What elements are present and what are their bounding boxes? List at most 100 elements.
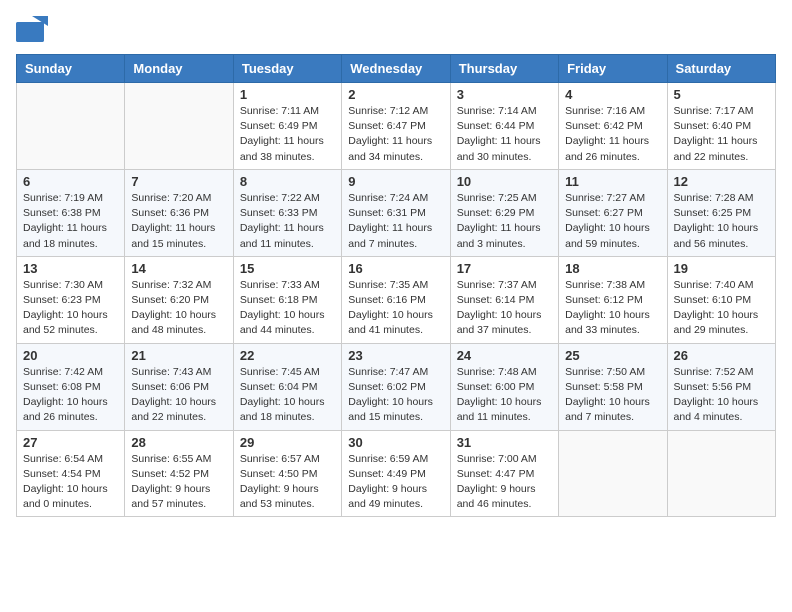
day-info: Sunrise: 7:35 AM Sunset: 6:16 PM Dayligh…	[348, 278, 443, 339]
calendar-cell: 14 Sunrise: 7:32 AM Sunset: 6:20 PM Dayli…	[125, 256, 233, 343]
day-number: 26	[674, 348, 769, 363]
calendar-cell: 7 Sunrise: 7:20 AM Sunset: 6:36 PM Daylig…	[125, 169, 233, 256]
day-number: 30	[348, 435, 443, 450]
day-info: Sunrise: 7:20 AM Sunset: 6:36 PM Dayligh…	[131, 191, 226, 252]
calendar-cell: 24Sunrise: 7:48 AM Sunset: 6:00 PM Dayli…	[450, 343, 558, 430]
day-info: Sunrise: 7:33 AM Sunset: 6:18 PM Dayligh…	[240, 278, 335, 339]
day-number: 4	[565, 87, 660, 102]
day-info: Sunrise: 7:30 AM Sunset: 6:23 PM Dayligh…	[23, 278, 118, 339]
column-header-thursday: Thursday	[450, 55, 558, 83]
calendar-cell: 18 Sunrise: 7:38 AM Sunset: 6:12 PM Dayli…	[559, 256, 667, 343]
day-info: Sunrise: 7:17 AM Sunset: 6:40 PM Dayligh…	[674, 104, 769, 165]
column-header-saturday: Saturday	[667, 55, 775, 83]
day-info: Sunrise: 7:14 AM Sunset: 6:44 PM Dayligh…	[457, 104, 552, 165]
column-header-tuesday: Tuesday	[233, 55, 341, 83]
calendar-cell: 15 Sunrise: 7:33 AM Sunset: 6:18 PM Dayli…	[233, 256, 341, 343]
day-number: 10	[457, 174, 552, 189]
day-info: Sunrise: 7:11 AM Sunset: 6:49 PM Dayligh…	[240, 104, 335, 165]
day-number: 5	[674, 87, 769, 102]
day-info: Sunrise: 7:24 AM Sunset: 6:31 PM Dayligh…	[348, 191, 443, 252]
page-header	[16, 16, 776, 42]
calendar-cell: 1 Sunrise: 7:11 AM Sunset: 6:49 PM Daylig…	[233, 83, 341, 170]
day-info: Sunrise: 7:42 AM Sunset: 6:08 PM Dayligh…	[23, 365, 118, 426]
column-header-monday: Monday	[125, 55, 233, 83]
day-number: 8	[240, 174, 335, 189]
day-number: 29	[240, 435, 335, 450]
day-number: 19	[674, 261, 769, 276]
calendar-cell: 25 Sunrise: 7:50 AM Sunset: 5:58 PM Dayli…	[559, 343, 667, 430]
calendar-cell: 5 Sunrise: 7:17 AM Sunset: 6:40 PM Daylig…	[667, 83, 775, 170]
calendar-cell: 12 Sunrise: 7:28 AM Sunset: 6:25 PM Dayli…	[667, 169, 775, 256]
day-number: 31	[457, 435, 552, 450]
logo	[16, 16, 50, 42]
column-header-wednesday: Wednesday	[342, 55, 450, 83]
day-number: 6	[23, 174, 118, 189]
day-info: Sunrise: 7:45 AM Sunset: 6:04 PM Dayligh…	[240, 365, 335, 426]
calendar-cell: 21 Sunrise: 7:43 AM Sunset: 6:06 PM Dayli…	[125, 343, 233, 430]
day-info: Sunrise: 7:38 AM Sunset: 6:12 PM Dayligh…	[565, 278, 660, 339]
day-number: 7	[131, 174, 226, 189]
day-number: 28	[131, 435, 226, 450]
day-info: Sunrise: 6:55 AM Sunset: 4:52 PM Dayligh…	[131, 452, 226, 513]
day-info: Sunrise: 7:22 AM Sunset: 6:33 PM Dayligh…	[240, 191, 335, 252]
calendar-cell: 10Sunrise: 7:25 AM Sunset: 6:29 PM Dayli…	[450, 169, 558, 256]
day-info: Sunrise: 7:32 AM Sunset: 6:20 PM Dayligh…	[131, 278, 226, 339]
day-info: Sunrise: 7:16 AM Sunset: 6:42 PM Dayligh…	[565, 104, 660, 165]
day-number: 25	[565, 348, 660, 363]
calendar-week-row: 27 Sunrise: 6:54 AM Sunset: 4:54 PM Dayli…	[17, 430, 776, 517]
day-number: 15	[240, 261, 335, 276]
day-info: Sunrise: 7:19 AM Sunset: 6:38 PM Dayligh…	[23, 191, 118, 252]
day-number: 24	[457, 348, 552, 363]
calendar-cell: 26 Sunrise: 7:52 AM Sunset: 5:56 PM Dayli…	[667, 343, 775, 430]
calendar-cell: 4 Sunrise: 7:16 AM Sunset: 6:42 PM Daylig…	[559, 83, 667, 170]
calendar-cell: 30 Sunrise: 6:59 AM Sunset: 4:49 PM Dayli…	[342, 430, 450, 517]
calendar-table: SundayMondayTuesdayWednesdayThursdayFrid…	[16, 54, 776, 517]
day-number: 16	[348, 261, 443, 276]
calendar-week-row: 6 Sunrise: 7:19 AM Sunset: 6:38 PM Daylig…	[17, 169, 776, 256]
calendar-cell: 27 Sunrise: 6:54 AM Sunset: 4:54 PM Dayli…	[17, 430, 125, 517]
day-number: 23	[348, 348, 443, 363]
column-header-friday: Friday	[559, 55, 667, 83]
calendar-header-row: SundayMondayTuesdayWednesdayThursdayFrid…	[17, 55, 776, 83]
calendar-cell: 8 Sunrise: 7:22 AM Sunset: 6:33 PM Daylig…	[233, 169, 341, 256]
column-header-sunday: Sunday	[17, 55, 125, 83]
day-number: 1	[240, 87, 335, 102]
day-info: Sunrise: 7:12 AM Sunset: 6:47 PM Dayligh…	[348, 104, 443, 165]
day-info: Sunrise: 7:43 AM Sunset: 6:06 PM Dayligh…	[131, 365, 226, 426]
day-number: 21	[131, 348, 226, 363]
calendar-cell: 20 Sunrise: 7:42 AM Sunset: 6:08 PM Dayli…	[17, 343, 125, 430]
day-info: Sunrise: 7:50 AM Sunset: 5:58 PM Dayligh…	[565, 365, 660, 426]
calendar-cell: 3 Sunrise: 7:14 AM Sunset: 6:44 PM Daylig…	[450, 83, 558, 170]
calendar-cell	[559, 430, 667, 517]
calendar-cell: 11Sunrise: 7:27 AM Sunset: 6:27 PM Dayli…	[559, 169, 667, 256]
calendar-cell	[125, 83, 233, 170]
calendar-cell: 9Sunrise: 7:24 AM Sunset: 6:31 PM Daylig…	[342, 169, 450, 256]
calendar-cell: 29 Sunrise: 6:57 AM Sunset: 4:50 PM Dayli…	[233, 430, 341, 517]
day-number: 18	[565, 261, 660, 276]
calendar-cell: 17Sunrise: 7:37 AM Sunset: 6:14 PM Dayli…	[450, 256, 558, 343]
day-info: Sunrise: 7:52 AM Sunset: 5:56 PM Dayligh…	[674, 365, 769, 426]
calendar-cell: 2Sunrise: 7:12 AM Sunset: 6:47 PM Daylig…	[342, 83, 450, 170]
day-number: 3	[457, 87, 552, 102]
day-info: Sunrise: 6:54 AM Sunset: 4:54 PM Dayligh…	[23, 452, 118, 513]
day-number: 27	[23, 435, 118, 450]
calendar-cell: 23Sunrise: 7:47 AM Sunset: 6:02 PM Dayli…	[342, 343, 450, 430]
calendar-week-row: 13 Sunrise: 7:30 AM Sunset: 6:23 PM Dayli…	[17, 256, 776, 343]
calendar-cell: 28 Sunrise: 6:55 AM Sunset: 4:52 PM Dayli…	[125, 430, 233, 517]
calendar-cell: 22 Sunrise: 7:45 AM Sunset: 6:04 PM Dayli…	[233, 343, 341, 430]
day-number: 14	[131, 261, 226, 276]
day-number: 22	[240, 348, 335, 363]
calendar-cell: 16 Sunrise: 7:35 AM Sunset: 6:16 PM Dayli…	[342, 256, 450, 343]
day-number: 20	[23, 348, 118, 363]
day-info: Sunrise: 7:37 AM Sunset: 6:14 PM Dayligh…	[457, 278, 552, 339]
calendar-cell: 31Sunrise: 7:00 AM Sunset: 4:47 PM Dayli…	[450, 430, 558, 517]
day-info: Sunrise: 7:28 AM Sunset: 6:25 PM Dayligh…	[674, 191, 769, 252]
calendar-cell	[667, 430, 775, 517]
calendar-cell: 13 Sunrise: 7:30 AM Sunset: 6:23 PM Dayli…	[17, 256, 125, 343]
calendar-week-row: 1 Sunrise: 7:11 AM Sunset: 6:49 PM Daylig…	[17, 83, 776, 170]
day-number: 12	[674, 174, 769, 189]
day-info: Sunrise: 7:27 AM Sunset: 6:27 PM Dayligh…	[565, 191, 660, 252]
day-info: Sunrise: 6:59 AM Sunset: 4:49 PM Dayligh…	[348, 452, 443, 513]
day-info: Sunrise: 6:57 AM Sunset: 4:50 PM Dayligh…	[240, 452, 335, 513]
day-number: 13	[23, 261, 118, 276]
